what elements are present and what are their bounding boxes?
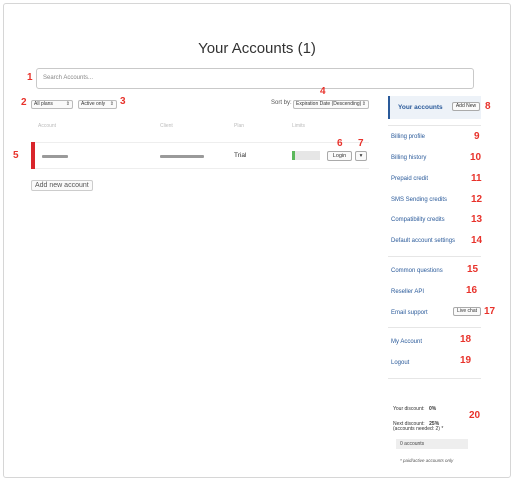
marker-6: 6 xyxy=(337,138,343,149)
sort-label: Sort by: xyxy=(271,100,292,106)
marker-19: 19 xyxy=(460,355,472,366)
marker-13: 13 xyxy=(471,214,483,225)
column-header-account: Account xyxy=(38,123,57,129)
client-name-redacted xyxy=(160,155,204,158)
sidebar-divider xyxy=(388,327,481,328)
limits-progress-bar xyxy=(292,151,320,160)
select-arrows-icon: ⇕ xyxy=(109,101,114,107)
select-arrows-icon: ⇕ xyxy=(361,101,366,107)
sidebar-divider xyxy=(388,378,481,379)
row-status-bar xyxy=(31,142,35,169)
sidebar-item-logout[interactable]: Logout xyxy=(391,360,409,366)
plan-filter-value: All plans xyxy=(34,101,53,107)
sidebar-divider xyxy=(388,125,481,126)
status-filter-select[interactable]: Active only ⇕ xyxy=(78,100,117,109)
marker-18: 18 xyxy=(460,334,472,345)
accounts-needed-note: (accounts needed: 2) * xyxy=(393,426,444,432)
marker-3: 3 xyxy=(120,96,126,107)
add-new-account-button[interactable]: Add new account xyxy=(31,180,93,191)
limits-progress-fill xyxy=(292,151,296,160)
sidebar-heading: Your accounts xyxy=(398,104,443,111)
sidebar-item-my-account[interactable]: My Account xyxy=(391,339,422,345)
select-arrows-icon: ⇕ xyxy=(65,101,70,107)
sidebar-item-reseller-api[interactable]: Reseller API xyxy=(391,289,424,295)
search-input[interactable]: Search Accounts... xyxy=(36,68,474,89)
column-header-limits: Limits xyxy=(292,123,306,129)
login-button[interactable]: Login xyxy=(327,151,352,161)
marker-12: 12 xyxy=(471,194,483,205)
live-chat-button[interactable]: Live chat xyxy=(453,307,481,316)
sidebar-item-sms-credits[interactable]: SMS Sending credits xyxy=(391,197,447,203)
row-menu-button[interactable]: ▾ xyxy=(355,151,367,161)
marker-4: 4 xyxy=(320,86,326,97)
chevron-down-icon: ▾ xyxy=(359,153,363,159)
sidebar-item-billing-profile[interactable]: Billing profile xyxy=(391,134,425,140)
sidebar-item-prepaid-credit[interactable]: Prepaid credit xyxy=(391,176,428,182)
marker-10: 10 xyxy=(470,152,482,163)
marker-8: 8 xyxy=(485,101,491,112)
add-new-button[interactable]: Add New xyxy=(452,102,480,111)
sidebar-item-default-settings[interactable]: Default account settings xyxy=(391,238,455,244)
column-header-plan: Plan xyxy=(234,123,245,129)
marker-14: 14 xyxy=(471,235,483,246)
sort-select[interactable]: Expiration Date (Descending) ⇕ xyxy=(293,100,369,109)
plan-value: Trial xyxy=(234,152,247,159)
sidebar-item-compatibility-credits[interactable]: Compatibility credits xyxy=(391,217,445,223)
sidebar-item-billing-history[interactable]: Billing history xyxy=(391,155,426,161)
marker-2: 2 xyxy=(21,97,27,108)
marker-16: 16 xyxy=(466,285,478,296)
marker-20: 20 xyxy=(469,410,481,421)
sidebar-item-common-questions[interactable]: Common questions xyxy=(391,268,443,274)
marker-5: 5 xyxy=(13,150,19,161)
account-name-redacted[interactable] xyxy=(42,155,68,158)
marker-15: 15 xyxy=(467,264,479,275)
marker-7: 7 xyxy=(358,138,364,149)
plan-filter-select[interactable]: All plans ⇕ xyxy=(31,100,73,109)
paid-accounts-footnote: * paid/active accounts only xyxy=(400,458,454,463)
marker-17: 17 xyxy=(484,306,496,317)
marker-1: 1 xyxy=(27,72,33,83)
page-title: Your Accounts (1) xyxy=(198,40,316,57)
accounts-count-field: 0 accounts xyxy=(396,439,468,449)
marker-9: 9 xyxy=(474,131,480,142)
sidebar-divider xyxy=(388,256,481,257)
status-filter-value: Active only xyxy=(81,101,106,107)
sidebar-item-email-support[interactable]: Email support xyxy=(391,310,428,316)
marker-11: 11 xyxy=(471,173,482,184)
column-header-client: Client xyxy=(160,123,173,129)
sort-value: Expiration Date (Descending) xyxy=(296,101,362,107)
